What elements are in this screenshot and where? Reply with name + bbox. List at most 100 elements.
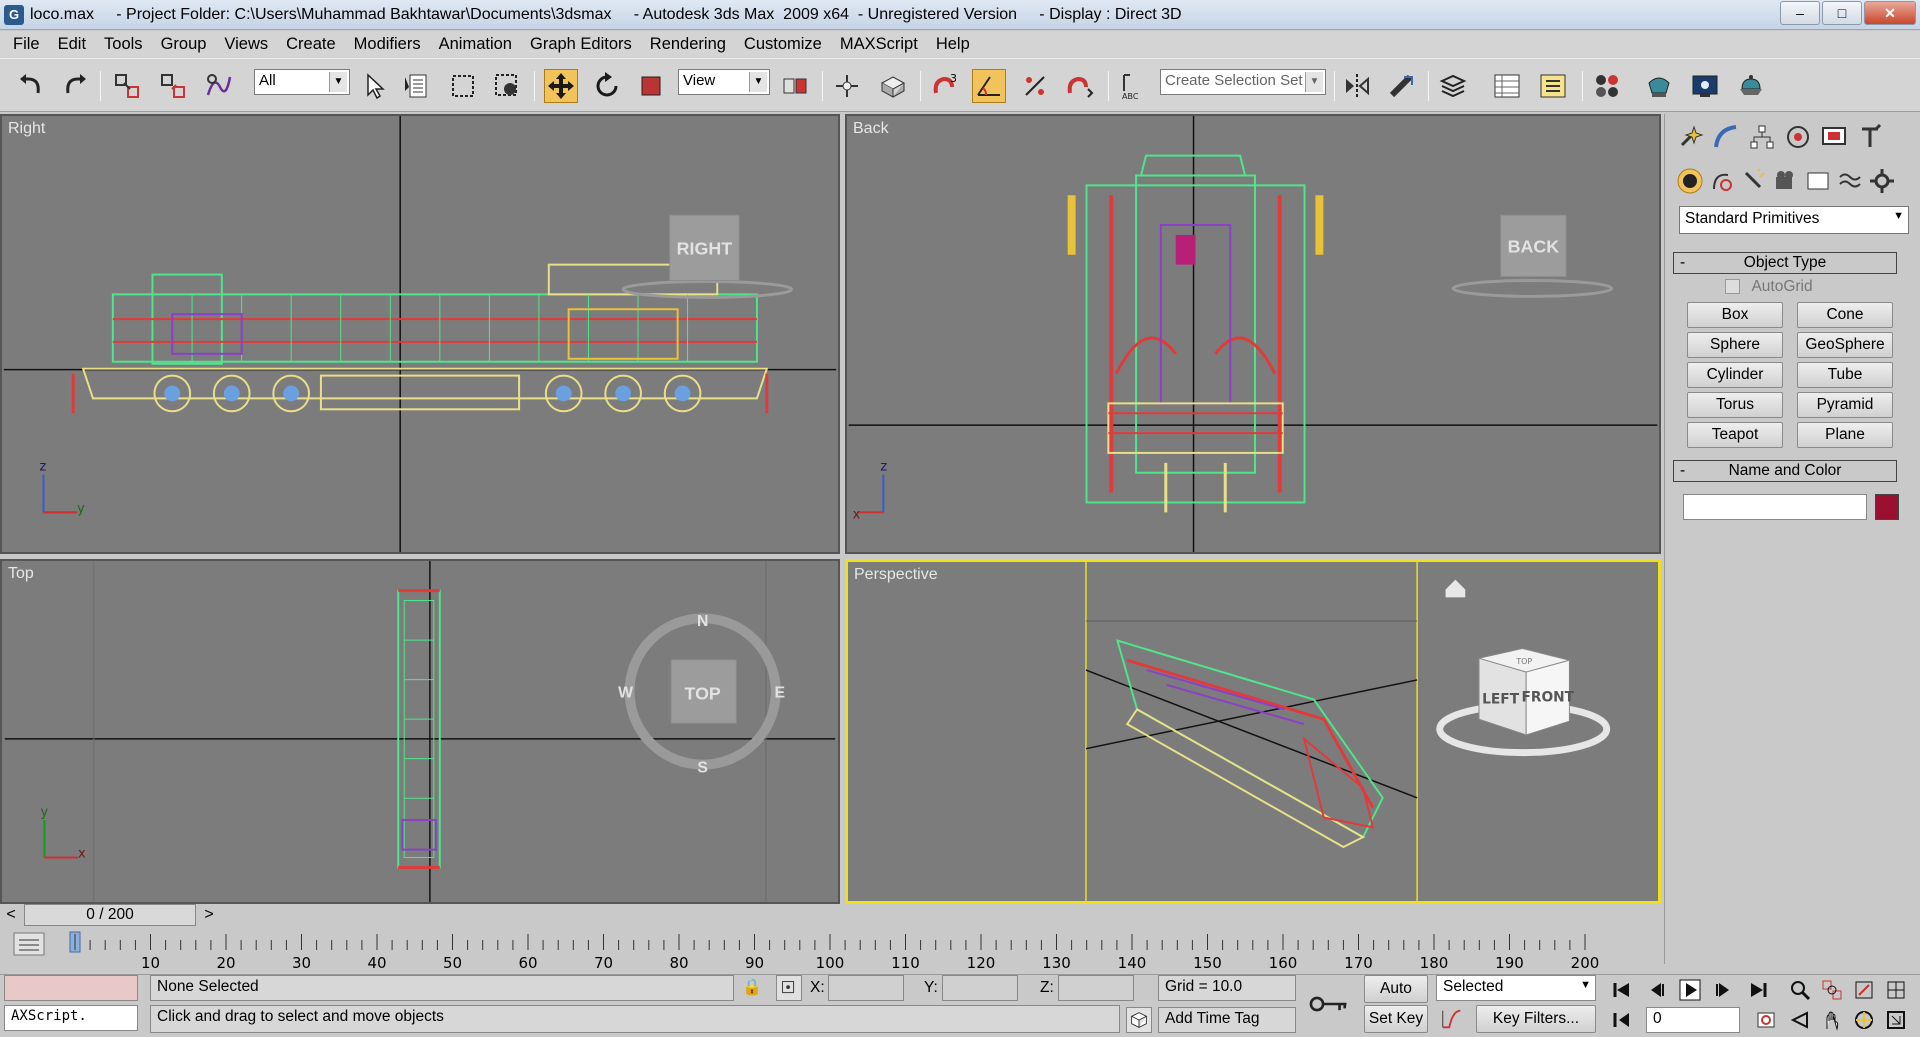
menu-tools[interactable]: Tools (95, 35, 152, 54)
time-slider-next-button[interactable]: > (198, 904, 220, 926)
menu-customize[interactable]: Customize (735, 35, 831, 54)
y-coord-input[interactable] (942, 975, 1018, 1001)
menu-rendering[interactable]: Rendering (641, 35, 735, 54)
percent-snap-icon[interactable] (1018, 69, 1052, 103)
x-coord-input[interactable] (828, 975, 904, 1001)
hierarchy-tab-icon[interactable] (1747, 122, 1777, 152)
plane-button[interactable]: Plane (1797, 422, 1893, 448)
mirror-icon[interactable] (1340, 69, 1374, 103)
keyboard-shortcut-override-icon[interactable] (876, 69, 910, 103)
previous-frame-icon[interactable] (1642, 977, 1670, 1003)
set-key-mode-key-icon[interactable] (1304, 981, 1356, 1027)
snaps-toggle-icon[interactable]: 3 (928, 69, 962, 103)
next-frame-icon[interactable] (1710, 977, 1738, 1003)
name-and-color-rollout[interactable]: - Name and Color (1673, 460, 1897, 482)
time-slider-thumb[interactable]: 0 / 200 (24, 904, 196, 926)
object-name-input[interactable] (1683, 494, 1867, 520)
menu-views[interactable]: Views (215, 35, 277, 54)
undo-icon[interactable] (14, 69, 48, 103)
motion-tab-icon[interactable] (1783, 122, 1813, 152)
pyramid-button[interactable]: Pyramid (1797, 392, 1893, 418)
teapot-button[interactable]: Teapot (1687, 422, 1783, 448)
display-tab-icon[interactable] (1819, 122, 1849, 152)
viewport-right[interactable]: Right RIGHT z y (0, 114, 840, 554)
helpers-icon[interactable] (1803, 166, 1833, 196)
lights-icon[interactable] (1739, 166, 1769, 196)
go-to-start-icon[interactable] (1608, 977, 1636, 1003)
select-and-rotate-icon[interactable] (590, 69, 624, 103)
field-of-view-icon[interactable] (1786, 1007, 1814, 1033)
modify-tab-icon[interactable] (1711, 122, 1741, 152)
utilities-tab-icon[interactable] (1855, 122, 1885, 152)
space-warps-icon[interactable] (1835, 166, 1865, 196)
select-and-link-icon[interactable] (110, 69, 144, 103)
select-and-manipulate-icon[interactable] (830, 69, 864, 103)
time-tag-cube-icon[interactable] (1126, 1007, 1152, 1033)
select-object-icon[interactable] (358, 69, 392, 103)
viewport-back[interactable]: Back BACK z x (845, 114, 1661, 554)
autogrid-check-icon[interactable] (1725, 279, 1740, 295)
select-and-scale-icon[interactable] (634, 69, 668, 103)
menu-graph-editors[interactable]: Graph Editors (521, 35, 641, 54)
object-category-dropdown[interactable]: Standard Primitives ▼ (1679, 206, 1909, 234)
key-filters-button[interactable]: Key Filters... (1476, 1005, 1596, 1033)
zoom-icon[interactable] (1786, 977, 1814, 1003)
unlink-selection-icon[interactable] (156, 69, 190, 103)
maxscript-mini-listener[interactable]: AXScript. (4, 1005, 138, 1031)
maxscript-mini-listener-pink[interactable] (4, 975, 138, 1001)
render-setup-icon[interactable] (1642, 69, 1676, 103)
orbit-icon[interactable] (1850, 1007, 1878, 1033)
edit-named-selection-icon[interactable]: ABC (1116, 69, 1150, 103)
key-mode-toggle-icon[interactable] (1608, 1007, 1636, 1033)
maximize-button[interactable]: □ (1822, 1, 1862, 25)
viewport-perspective[interactable]: Perspective LEFT FRONT TOP (845, 559, 1661, 904)
systems-icon[interactable] (1867, 166, 1897, 196)
z-coord-input[interactable] (1058, 975, 1134, 1001)
geosphere-button[interactable]: GeoSphere (1797, 332, 1893, 358)
cameras-icon[interactable] (1771, 166, 1801, 196)
spinner-snap-icon[interactable] (1062, 69, 1096, 103)
default-in-out-tangent-icon[interactable] (1440, 1007, 1466, 1033)
time-configuration-icon[interactable] (1752, 1007, 1780, 1033)
shapes-icon[interactable] (1707, 166, 1737, 196)
angle-snap-icon[interactable] (972, 69, 1006, 103)
auto-key-button[interactable]: Auto Key (1364, 975, 1428, 1023)
tube-button[interactable]: Tube (1797, 362, 1893, 388)
object-type-rollout[interactable]: - Object Type (1673, 252, 1897, 274)
object-color-swatch[interactable] (1875, 494, 1899, 520)
menu-group[interactable]: Group (152, 35, 216, 54)
cone-button[interactable]: Cone (1797, 302, 1893, 328)
layer-manager-icon[interactable] (1436, 69, 1470, 103)
select-by-name-icon[interactable] (400, 69, 434, 103)
curve-editor-icon[interactable] (1490, 69, 1524, 103)
pivot-center-icon[interactable] (778, 69, 812, 103)
cylinder-button[interactable]: Cylinder (1687, 362, 1783, 388)
track-bar[interactable]: 10 20 30 40 50 60 70 80 90 100 110 120 130 140 150 160 1… (0, 928, 1660, 974)
window-crossing-icon[interactable] (490, 69, 524, 103)
zoom-extents-all-icon[interactable] (1882, 977, 1910, 1003)
menu-maxscript[interactable]: MAXScript (831, 35, 927, 54)
pan-view-icon[interactable] (1818, 1007, 1846, 1033)
redo-icon[interactable] (58, 69, 92, 103)
viewport-top[interactable]: Top TOP N S E W y x (0, 559, 840, 904)
menu-animation[interactable]: Animation (430, 35, 521, 54)
menu-edit[interactable]: Edit (49, 35, 95, 54)
autogrid-checkbox[interactable]: AutoGrid (1725, 278, 1813, 296)
bind-to-space-warp-icon[interactable] (202, 69, 236, 103)
close-button[interactable]: ✕ (1864, 1, 1916, 25)
render-production-icon[interactable] (1734, 69, 1768, 103)
menu-file[interactable]: File (4, 35, 49, 54)
play-animation-icon[interactable] (1676, 977, 1704, 1003)
rendered-frame-window-icon[interactable] (1688, 69, 1722, 103)
create-tab-icon[interactable] (1675, 122, 1705, 152)
minimize-button[interactable]: – (1780, 1, 1820, 25)
named-selection-set-dropdown[interactable]: Create Selection Set ▼ (1160, 69, 1326, 95)
rectangular-selection-icon[interactable] (446, 69, 480, 103)
absolute-mode-toggle-icon[interactable] (776, 975, 802, 1001)
zoom-all-icon[interactable] (1818, 977, 1846, 1003)
lock-selection-icon[interactable]: 🔒 (742, 977, 762, 999)
menu-help[interactable]: Help (927, 35, 979, 54)
material-editor-icon[interactable] (1590, 69, 1624, 103)
reference-coordinate-dropdown[interactable]: View ▼ (678, 69, 770, 95)
geometry-icon[interactable] (1675, 166, 1705, 196)
